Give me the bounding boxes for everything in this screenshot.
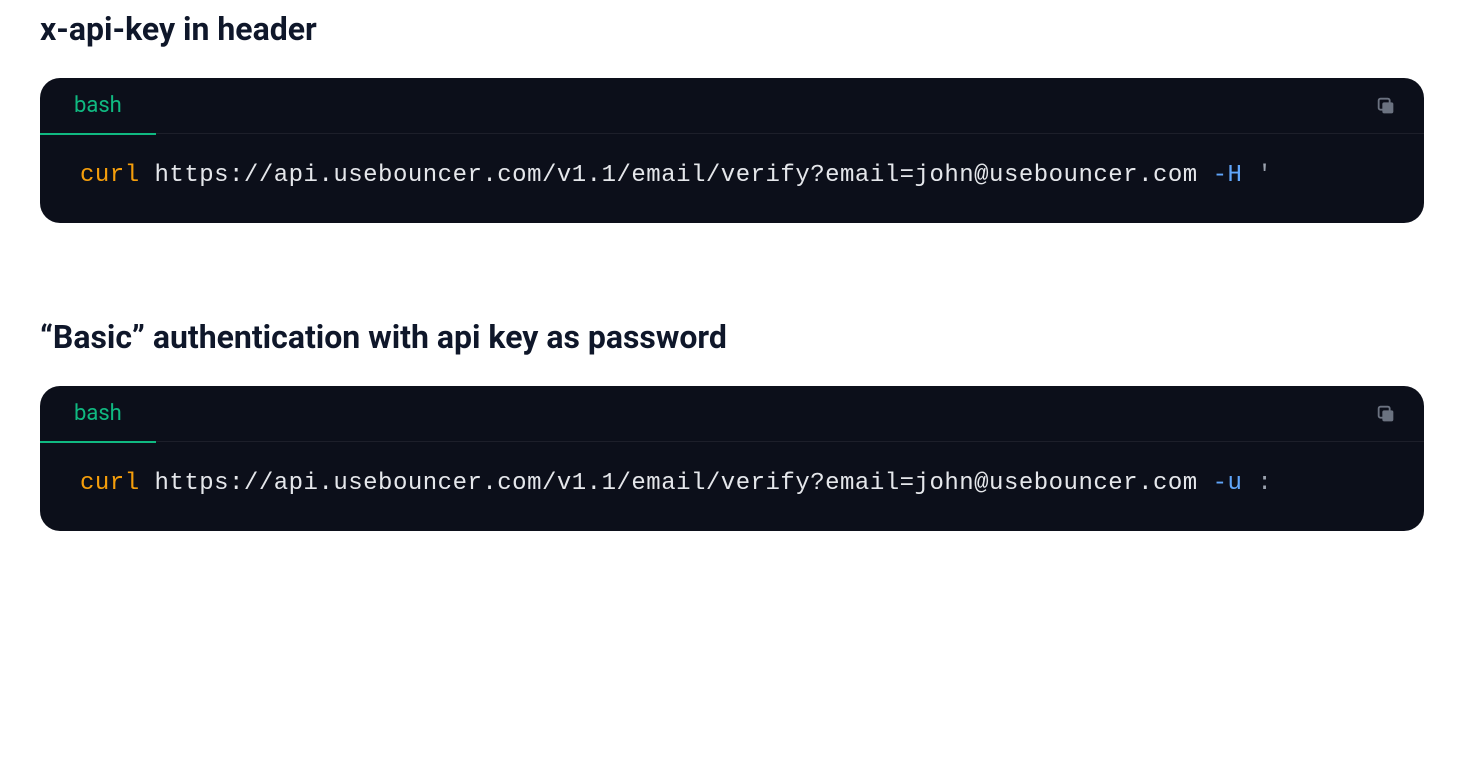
copy-icon[interactable] (1372, 400, 1400, 428)
code-block: bash curl https://api.usebouncer.com/v1.… (40, 78, 1424, 223)
code-body[interactable]: curl https://api.usebouncer.com/v1.1/ema… (40, 442, 1424, 531)
code-block: bash curl https://api.usebouncer.com/v1.… (40, 386, 1424, 531)
section-heading-xapikey: x-api-key in header (40, 10, 1424, 48)
code-header: bash (40, 78, 1424, 134)
code-token-flag: -H (1213, 162, 1243, 189)
code-token-command: curl (80, 162, 140, 189)
code-token-trail: ' (1257, 162, 1272, 189)
code-line: curl https://api.usebouncer.com/v1.1/ema… (80, 162, 1272, 189)
code-token-url: https://api.usebouncer.com/v1.1/email/ve… (155, 470, 1198, 497)
code-token-url: https://api.usebouncer.com/v1.1/email/ve… (155, 162, 1198, 189)
language-tab[interactable]: bash (40, 79, 156, 135)
section-heading-basicauth: “Basic” authentication with api key as p… (40, 318, 1424, 356)
code-line: curl https://api.usebouncer.com/v1.1/ema… (80, 470, 1272, 497)
code-body[interactable]: curl https://api.usebouncer.com/v1.1/ema… (40, 134, 1424, 223)
language-tab[interactable]: bash (40, 387, 156, 443)
code-header: bash (40, 386, 1424, 442)
copy-icon[interactable] (1372, 92, 1400, 120)
code-token-command: curl (80, 470, 140, 497)
code-token-trail: : (1257, 470, 1272, 497)
code-token-flag: -u (1213, 470, 1243, 497)
